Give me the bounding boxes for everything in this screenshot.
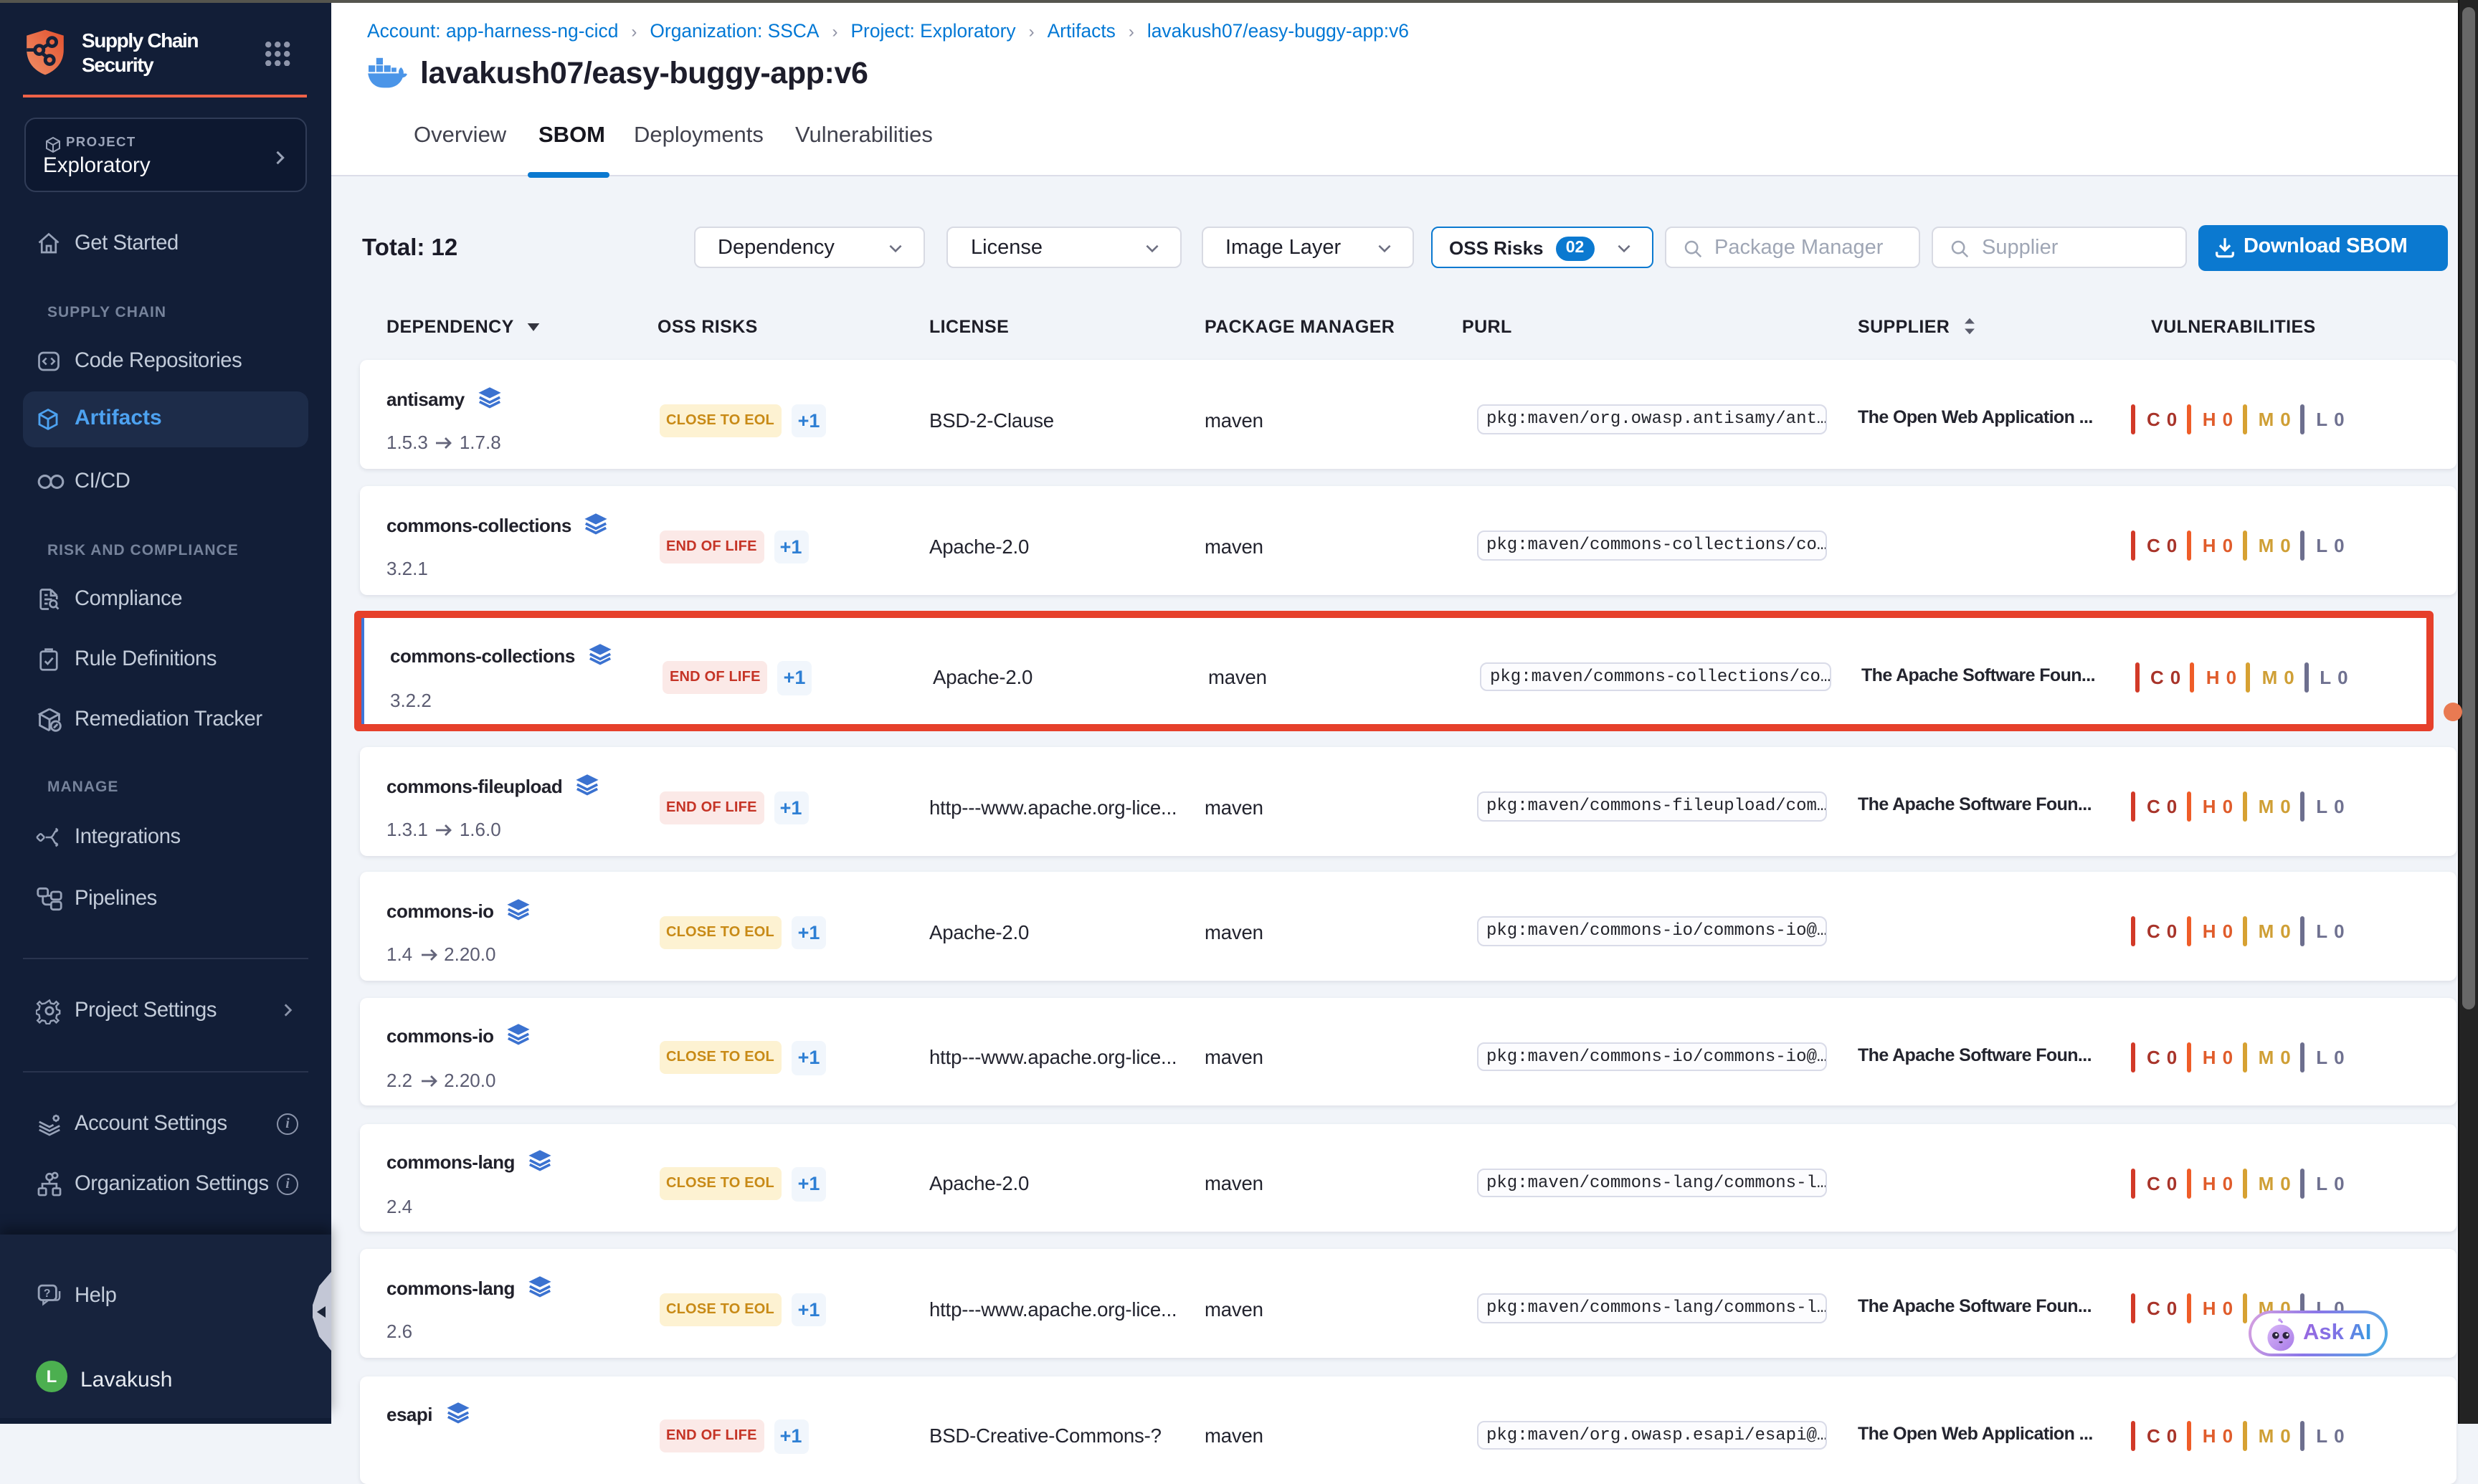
svg-text:?: ? <box>44 1288 51 1300</box>
